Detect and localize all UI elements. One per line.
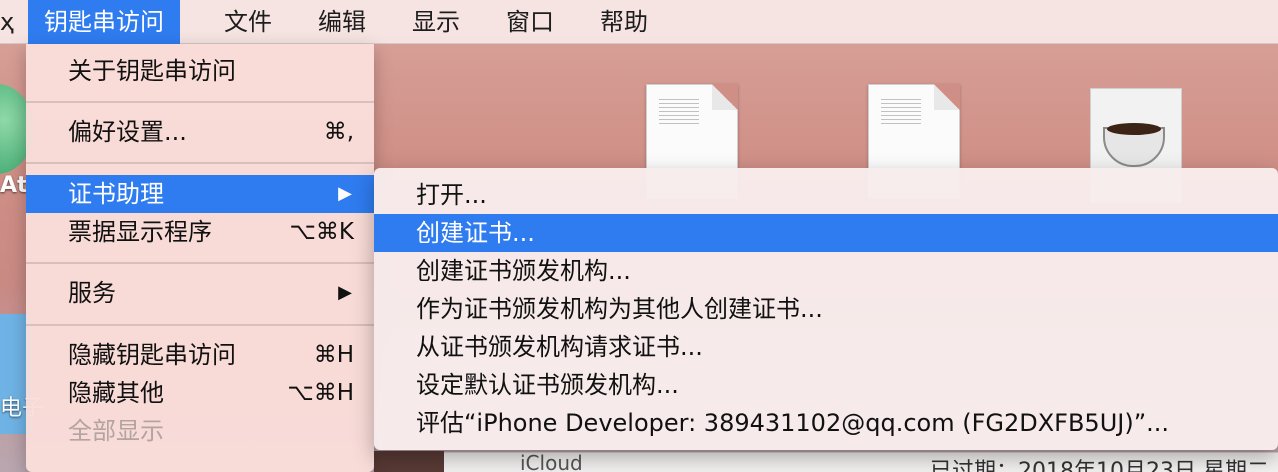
- menu-separator: [26, 101, 374, 103]
- submenu-item-create-ca[interactable]: 创建证书颁发机构...: [374, 252, 1278, 290]
- menu-item-hide-others[interactable]: 隐藏其他 ⌥⌘H: [26, 374, 374, 412]
- shortcut-label: ⌘H: [313, 342, 354, 368]
- menu-view[interactable]: 显示: [396, 0, 476, 44]
- keychain-access-menu: 关于钥匙串访问 偏好设置... ⌘, 证书助理 ▶ 票据显示程序 ⌥⌘K 服务 …: [26, 44, 374, 472]
- submenu-item-create-cert-for-others[interactable]: 作为证书颁发机构为其他人创建证书...: [374, 290, 1278, 328]
- submenu-item-open[interactable]: 打开...: [374, 176, 1278, 214]
- menu-separator: [26, 162, 374, 164]
- submenu-item-request-certificate[interactable]: 从证书颁发机构请求证书...: [374, 328, 1278, 366]
- menu-item-label: 隐藏钥匙串访问: [68, 341, 236, 369]
- desktop-app-label: At: [0, 173, 28, 198]
- apple-menu-fragment[interactable]: ҳ: [0, 0, 26, 44]
- menu-item-preferences[interactable]: 偏好设置... ⌘,: [26, 113, 374, 151]
- menu-item-about[interactable]: 关于钥匙串访问: [26, 52, 374, 90]
- shortcut-label: ⌘,: [323, 119, 354, 145]
- menu-item-label: 偏好设置...: [68, 118, 187, 146]
- menu-item-show-all: 全部显示: [26, 412, 374, 450]
- menu-keychain-access[interactable]: 钥匙串访问: [28, 0, 180, 44]
- menu-item-label: 证书助理: [68, 180, 164, 208]
- icloud-label: iCloud: [520, 451, 583, 472]
- menu-file[interactable]: 文件: [208, 0, 288, 44]
- menu-item-label: 全部显示: [68, 417, 164, 445]
- menu-window[interactable]: 窗口: [490, 0, 570, 44]
- menu-item-label: 隐藏其他: [68, 379, 164, 407]
- menu-item-ticket-viewer[interactable]: 票据显示程序 ⌥⌘K: [26, 213, 374, 251]
- certificate-status-text: 已过期：2018年10月23日 星期二 中: [930, 459, 1278, 472]
- menu-help[interactable]: 帮助: [584, 0, 664, 44]
- submenu-arrow-icon: ▶: [338, 282, 352, 303]
- certificate-assistant-submenu: 打开... 创建证书... 创建证书颁发机构... 作为证书颁发机构为其他人创建…: [374, 168, 1278, 450]
- menu-item-services[interactable]: 服务 ▶: [26, 274, 374, 312]
- submenu-item-evaluate-certificate[interactable]: 评估“iPhone Developer: 389431102@qq.com (F…: [374, 404, 1278, 442]
- menu-separator: [26, 262, 374, 264]
- submenu-item-create-certificate[interactable]: 创建证书...: [374, 214, 1278, 252]
- submenu-arrow-icon: ▶: [338, 183, 352, 204]
- menu-item-label: 票据显示程序: [68, 218, 212, 246]
- shortcut-label: ⌥⌘H: [287, 380, 354, 406]
- menu-item-certificate-assistant[interactable]: 证书助理 ▶: [26, 175, 374, 213]
- menu-bar: ҳ 钥匙串访问 文件 编辑 显示 窗口 帮助: [0, 0, 1278, 44]
- menu-item-label: 关于钥匙串访问: [68, 57, 236, 85]
- submenu-item-set-default-ca[interactable]: 设定默认证书颁发机构...: [374, 366, 1278, 404]
- shortcut-label: ⌥⌘K: [289, 219, 354, 245]
- menu-separator: [26, 324, 374, 326]
- menu-item-label: 服务: [68, 279, 116, 307]
- thumbnail-image: [374, 451, 444, 472]
- menu-edit[interactable]: 编辑: [302, 0, 382, 44]
- menu-item-hide-keychain-access[interactable]: 隐藏钥匙串访问 ⌘H: [26, 336, 374, 374]
